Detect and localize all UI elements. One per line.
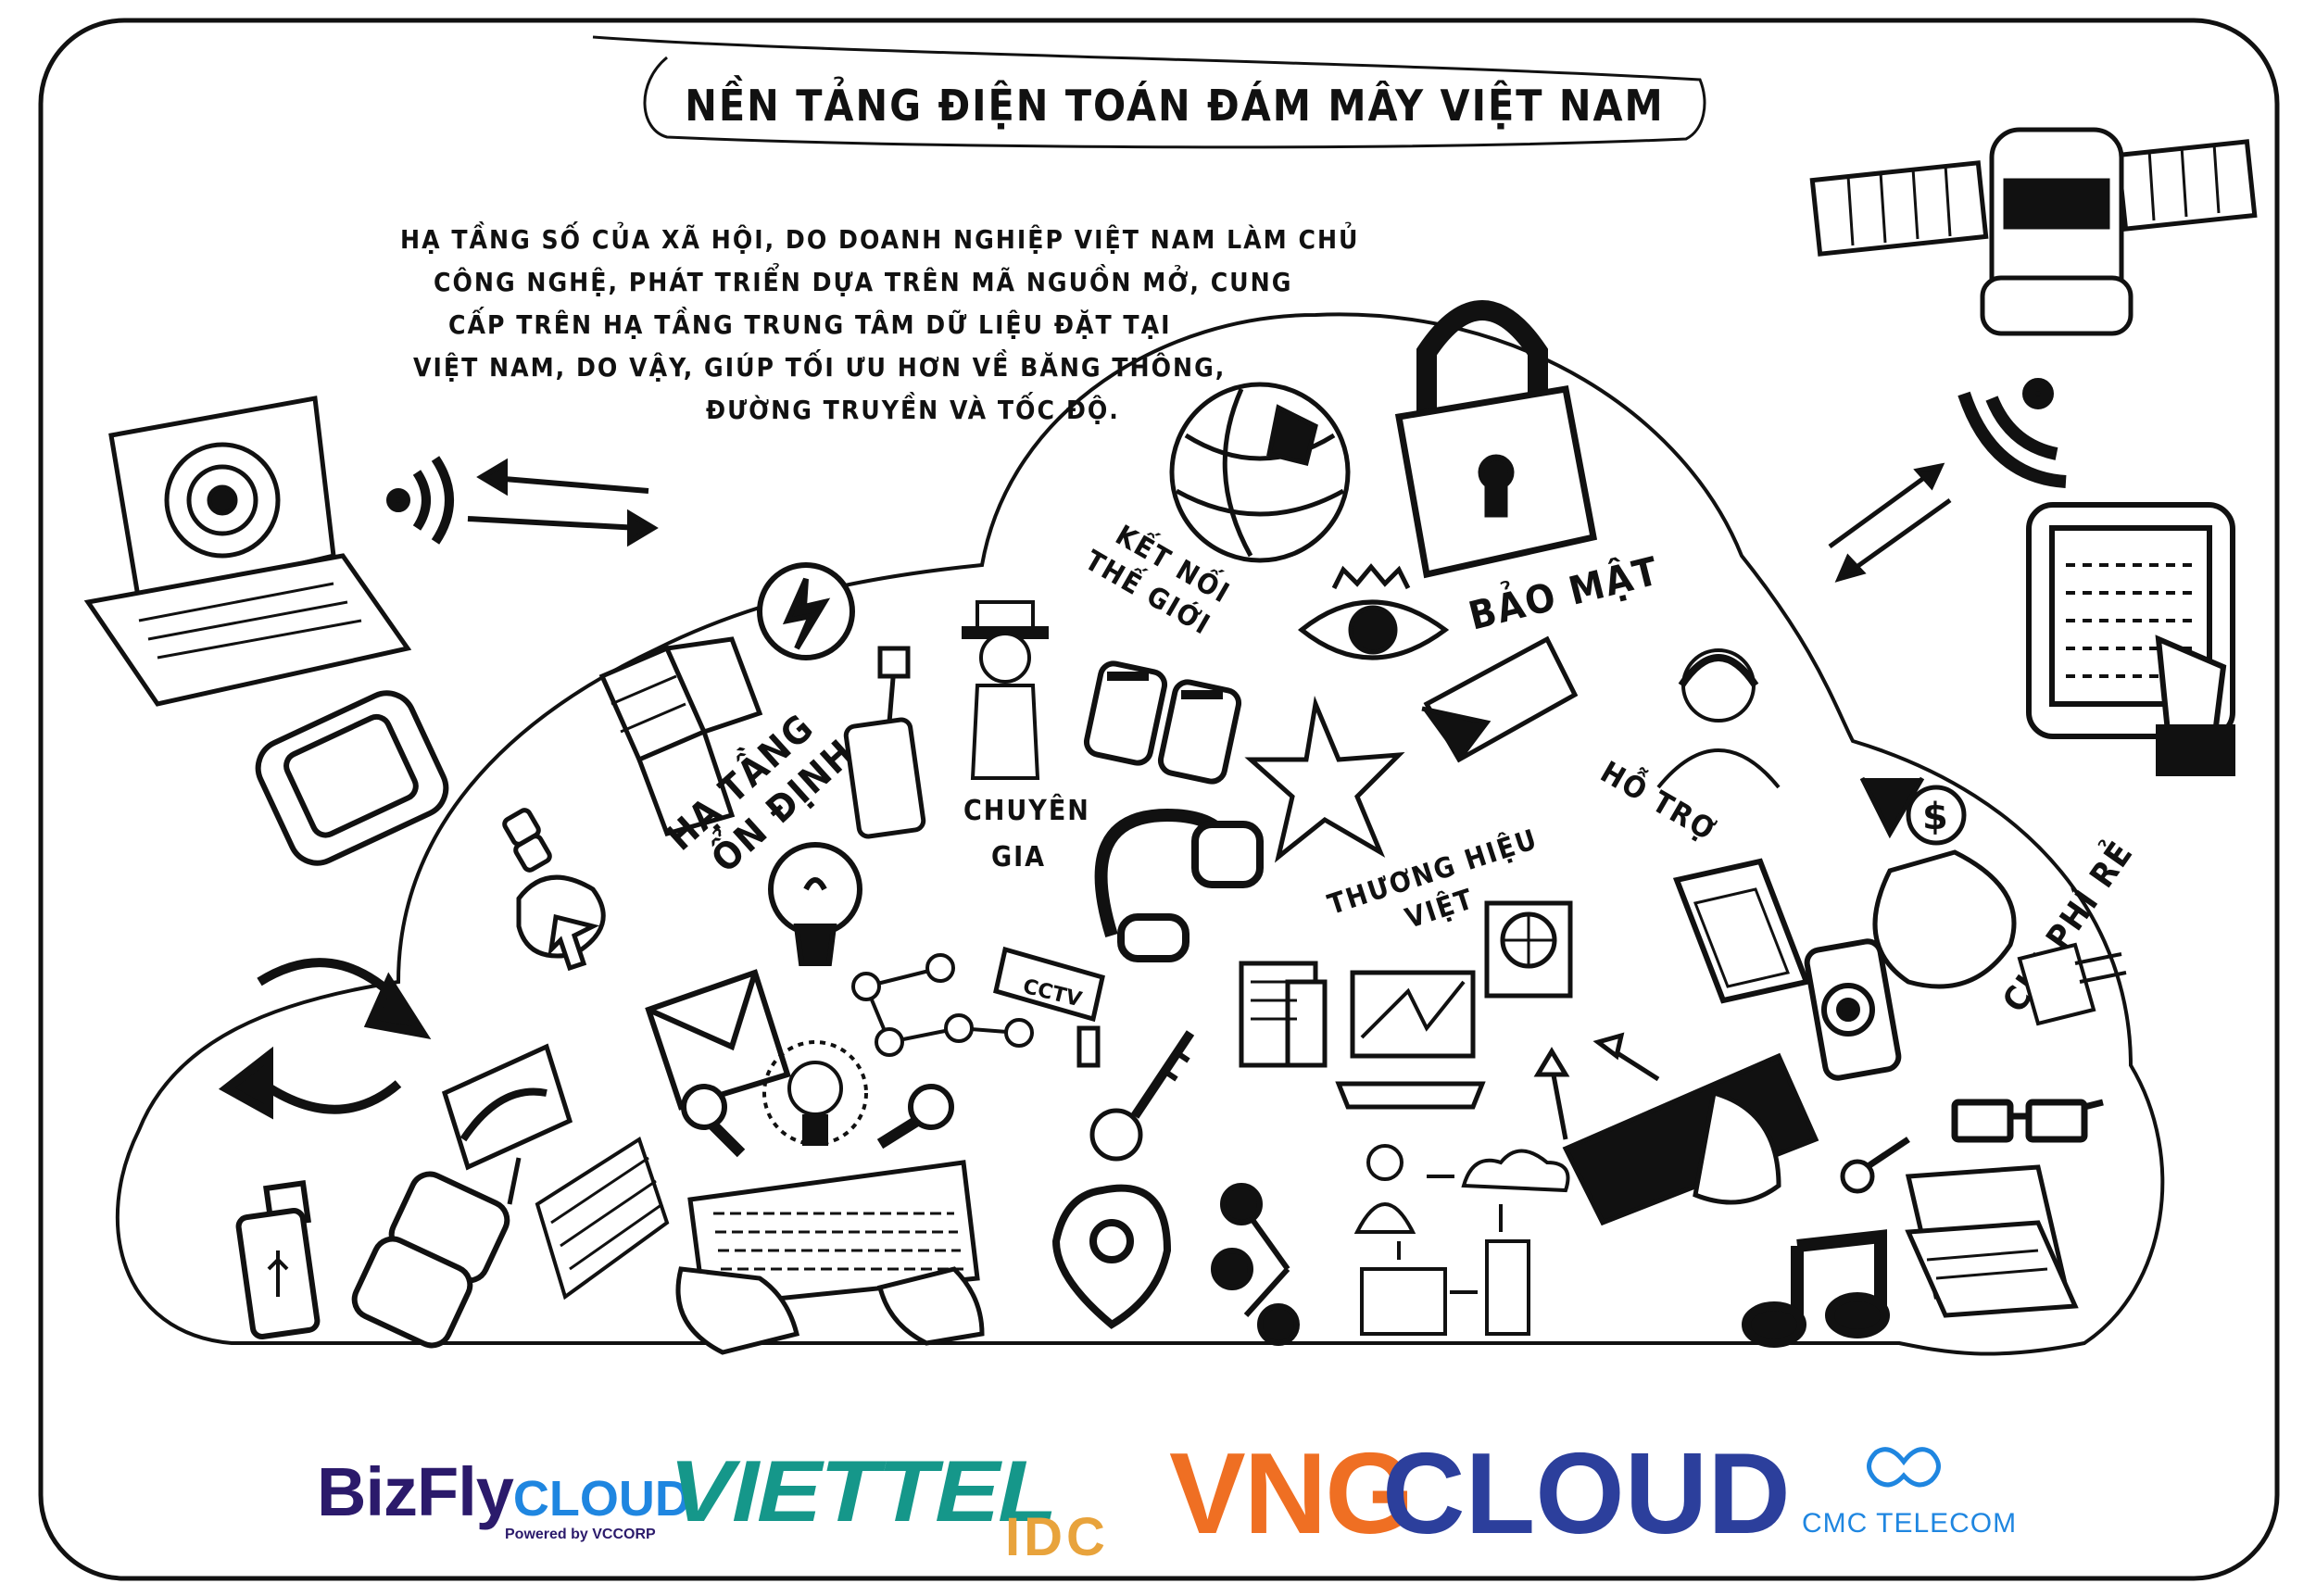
building-icon	[535, 1136, 670, 1301]
bizfly-logo-cloud: CLOUD	[512, 1471, 691, 1527]
description-line-3: CẤP TRÊN HẠ TẦNG TRUNG TÂM DỮ LIỆU ĐẶT T…	[448, 305, 1171, 340]
label-chuyen-gia-line1: CHUYÊN	[963, 794, 1090, 827]
binoculars-icon	[1083, 660, 1242, 785]
cmc-telecom-logo: CMC TELECOM	[1802, 1508, 2018, 1539]
printer-icon	[1239, 961, 1328, 1068]
power-icon	[757, 562, 855, 660]
picture-frame-icon	[1672, 858, 1811, 1004]
globe-monitor-icon	[1484, 900, 1573, 999]
key-icon	[1089, 1030, 1195, 1162]
headphones-icon	[1094, 808, 1264, 962]
description-line-4: VIỆT NAM, DO VẬY, GIÚP TỐI ƯU HƠN VỀ BĂN…	[413, 347, 1226, 383]
key-small-icon	[1840, 1137, 1910, 1194]
arrows-icon	[467, 458, 659, 547]
share-icon	[1211, 1183, 1300, 1346]
keyboard-hands-icon	[675, 1160, 985, 1355]
glasses-right-icon	[1951, 1099, 2104, 1143]
padlock-icon	[1394, 300, 1598, 579]
phone-icon	[255, 690, 449, 866]
svg-text:$: $	[1922, 796, 1948, 838]
vng-cloud-logo: CLOUD	[1382, 1430, 1791, 1558]
bizfly-cloud-logo: BizFlyCLOUD	[317, 1452, 691, 1531]
viettel-idc-logo: IDC	[1005, 1507, 1109, 1567]
envelope-icon	[645, 969, 791, 1111]
label-chuyen-gia: CHUYÊN GIA	[963, 794, 1090, 873]
tablet-icon	[2026, 502, 2235, 776]
illustration-canvas: NỀN TẢNG ĐIỆN TOÁN ĐÁM MÂY VIỆT NAM HẠ T…	[38, 18, 2280, 1581]
laptop-small-icon	[1421, 635, 1579, 763]
page-title: NỀN TẢNG ĐIỆN TOÁN ĐÁM MÂY VIỆT NAM	[685, 75, 1664, 131]
laptop-icon	[83, 396, 412, 707]
location-pin-icon	[1051, 1184, 1172, 1329]
expert-icon	[962, 600, 1049, 780]
cursor-icon	[516, 874, 606, 972]
refresh-icon	[218, 958, 432, 1120]
glasses-icon	[502, 808, 552, 873]
viettel-logo: VIETTEL	[669, 1442, 1057, 1539]
printer-large-icon	[1905, 1164, 2079, 1318]
bizfly-powered-by: Powered by VCCORP	[505, 1527, 656, 1542]
music-note-icon	[1742, 1229, 1890, 1348]
cctv-icon: CCTV	[993, 946, 1105, 1068]
description-line-1: HẠ TẦNG SỐ CỦA XÃ HỘI, DO DOANH NGHIỆP V…	[400, 220, 1360, 255]
description-line-2: CÔNG NGHỆ, PHÁT TRIỂN DỰA TRÊN MÃ NGUỒN …	[434, 261, 1292, 297]
money-bag-icon: $	[1859, 776, 2017, 989]
support-agent-icon	[1656, 648, 1781, 789]
eye-icon	[1297, 563, 1450, 660]
usb-stick-icon	[235, 1180, 321, 1339]
bizfly-logo-main: BizFly	[317, 1453, 514, 1530]
cmc-logo-mark	[1867, 1447, 1941, 1488]
wifi-icon-right	[1957, 378, 2067, 488]
globe-icon	[1169, 382, 1351, 563]
keyboard-hand-right-icon	[1562, 1052, 1819, 1226]
label-chuyen-gia-line2: GIA	[991, 841, 1046, 873]
computer-icon	[1335, 970, 1486, 1110]
box-icon	[2017, 942, 2127, 1026]
wifi-icon	[386, 456, 454, 545]
arrows-icon-right	[1828, 462, 1952, 583]
vng-logo: VNG	[1169, 1430, 1415, 1558]
usb-icon	[843, 646, 926, 839]
lightbulb-icon	[768, 842, 862, 966]
star-icon	[1244, 696, 1405, 863]
monitor-chart-icon	[441, 1043, 573, 1205]
user-cloud-network-icon	[1353, 1144, 1570, 1336]
satellite-icon	[1809, 127, 2258, 336]
title-banner: NỀN TẢNG ĐIỆN TOÁN ĐÁM MÂY VIỆT NAM	[592, 35, 1706, 149]
binoculars-large-icon	[351, 1171, 510, 1349]
